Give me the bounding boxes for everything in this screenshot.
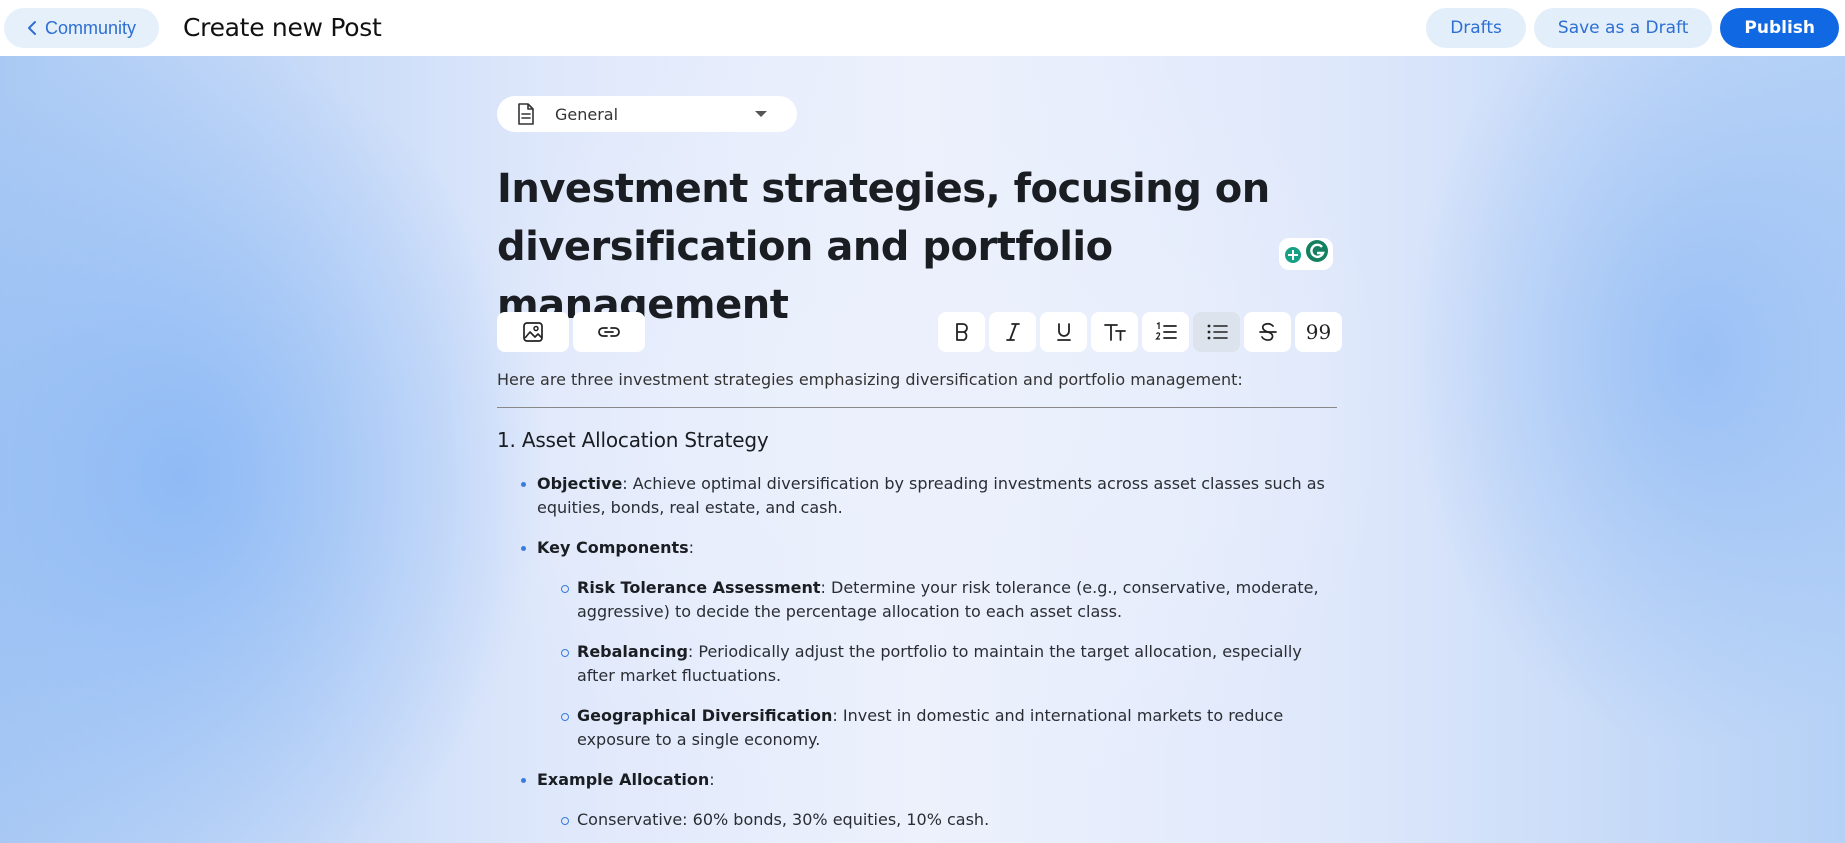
drafts-button[interactable]: Drafts <box>1426 8 1526 48</box>
sub-bullet-list: Risk Tolerance Assessment: Determine you… <box>537 576 1337 752</box>
intro-paragraph: Here are three investment strategies emp… <box>497 370 1243 389</box>
term-label: Example Allocation <box>537 770 710 789</box>
italic-button[interactable] <box>989 312 1036 352</box>
post-title-input[interactable]: Investment strategies, focusing on diver… <box>497 160 1317 334</box>
italic-icon <box>1005 323 1020 341</box>
post-body-editor[interactable]: Here are three investment strategies emp… <box>497 368 1337 843</box>
chevron-left-icon <box>27 21 36 35</box>
text-size-icon <box>1103 324 1126 341</box>
back-to-community-button[interactable]: Community <box>4 8 159 48</box>
list-item-key-components: Key Components: Risk Tolerance Assessmen… <box>521 536 1337 752</box>
top-bar: Community Create new Post Drafts Save as… <box>0 0 1845 56</box>
caret-down-icon <box>755 111 767 117</box>
strikethrough-icon <box>1258 322 1277 341</box>
underline-icon <box>1056 323 1071 341</box>
bullet-list-icon <box>1207 324 1228 340</box>
term-label: Objective <box>537 474 623 493</box>
bullet-list-button[interactable] <box>1193 312 1240 352</box>
insert-link-button[interactable] <box>573 312 645 352</box>
term-label: Key Components <box>537 538 689 557</box>
item-text: : <box>709 770 715 789</box>
bullet-list: Objective: Achieve optimal diversificati… <box>497 472 1337 832</box>
media-toolbar <box>497 312 645 352</box>
grammarly-widget[interactable] <box>1279 238 1333 270</box>
ordered-list-button[interactable] <box>1142 312 1189 352</box>
quote-icon: 99 <box>1305 320 1332 344</box>
format-toolbar: 99 <box>938 312 1342 352</box>
category-select[interactable]: General <box>497 96 797 132</box>
grammarly-icon <box>1285 240 1328 263</box>
horizontal-rule <box>497 407 1337 408</box>
save-as-draft-button[interactable]: Save as a Draft <box>1533 8 1713 48</box>
ordered-list-icon <box>1154 322 1177 340</box>
list-item: Geographical Diversification: Invest in … <box>561 704 1337 752</box>
category-selected-value: General <box>555 104 619 124</box>
sub-bullet-list: Conservative: 60% bonds, 30% equities, 1… <box>537 808 1337 832</box>
underline-button[interactable] <box>1040 312 1087 352</box>
list-item: Rebalancing: Periodically adjust the por… <box>561 640 1337 688</box>
term-label: Risk Tolerance Assessment <box>577 578 821 597</box>
list-item-objective: Objective: Achieve optimal diversificati… <box>521 472 1337 520</box>
list-item: Risk Tolerance Assessment: Determine you… <box>561 576 1337 624</box>
list-item: Conservative: 60% bonds, 30% equities, 1… <box>561 808 1337 832</box>
section-heading: 1. Asset Allocation Strategy <box>497 428 769 452</box>
page-title: Create new Post <box>183 13 382 42</box>
list-item-example-allocation: Example Allocation: Conservative: 60% bo… <box>521 768 1337 832</box>
bold-icon <box>955 323 968 341</box>
document-icon <box>518 103 534 125</box>
text-size-button[interactable] <box>1091 312 1138 352</box>
strikethrough-button[interactable] <box>1244 312 1291 352</box>
term-label: Geographical Diversification <box>577 706 833 725</box>
back-button-label: Community <box>44 17 137 38</box>
image-icon <box>523 322 543 342</box>
insert-image-button[interactable] <box>497 312 569 352</box>
item-text: : Achieve optimal diversification by spr… <box>537 474 1325 517</box>
publish-button[interactable]: Publish <box>1720 8 1839 48</box>
link-icon <box>598 327 620 337</box>
bold-button[interactable] <box>938 312 985 352</box>
header-actions: Drafts Save as a Draft Publish <box>1426 8 1839 48</box>
term-label: Rebalancing <box>577 642 688 661</box>
quote-button[interactable]: 99 <box>1295 312 1342 352</box>
item-text: : <box>688 538 695 557</box>
